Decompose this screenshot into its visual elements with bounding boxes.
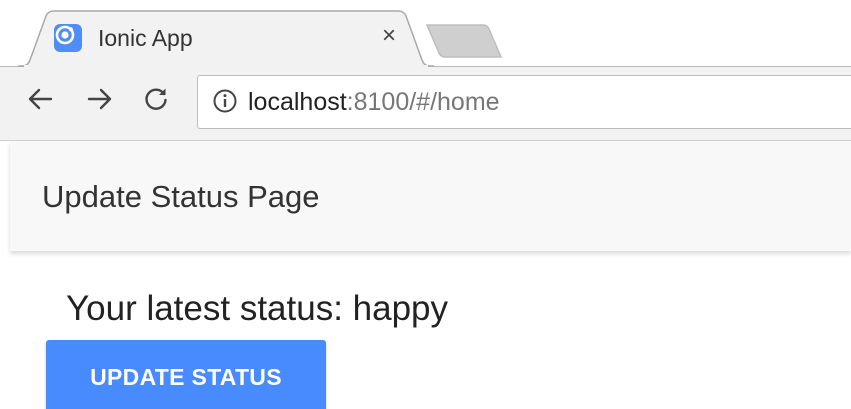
app-page: Update Status Page Your latest status: h…: [0, 141, 851, 409]
status-text: Your latest status: happy: [66, 289, 449, 328]
page-title: Update Status Page: [42, 179, 320, 214]
forward-arrow-icon[interactable]: [82, 81, 118, 117]
info-icon[interactable]: [212, 88, 238, 114]
app-header: Update Status Page: [10, 141, 851, 251]
update-status-button-label: UPDATE STATUS: [90, 364, 282, 390]
tab-strip: Ionic App ×: [0, 0, 851, 67]
tab-title: Ionic App: [98, 25, 193, 51]
browser-toolbar: localhost:8100/#/home: [0, 66, 851, 141]
update-status-button[interactable]: UPDATE STATUS: [46, 340, 326, 409]
reload-icon[interactable]: [138, 81, 174, 117]
address-bar[interactable]: localhost:8100/#/home: [197, 75, 851, 129]
url-path: :8100/#/home: [346, 88, 500, 116]
browser-window: Ionic App × localhost:8100/#/home Update…: [0, 0, 851, 409]
close-icon[interactable]: ×: [374, 21, 404, 51]
back-arrow-icon[interactable]: [22, 81, 58, 117]
url-host: localhost: [248, 88, 347, 116]
url-text: localhost:8100/#/home: [248, 86, 500, 118]
tab-ionic-app[interactable]: Ionic App ×: [18, 10, 434, 67]
ionic-logo-icon: [54, 24, 82, 52]
new-tab-icon[interactable]: [425, 23, 503, 59]
